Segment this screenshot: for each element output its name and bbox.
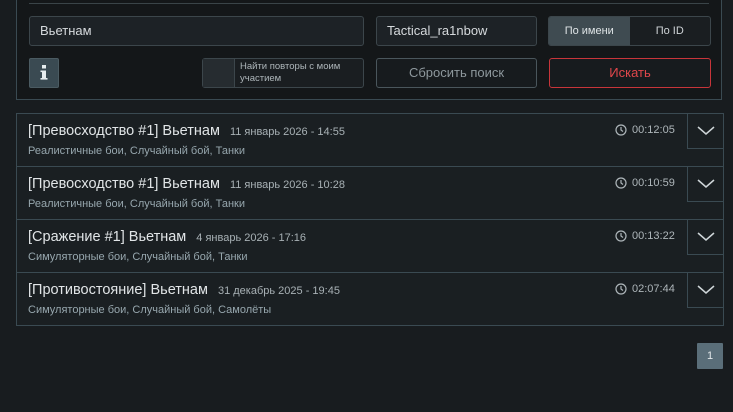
replay-title-line: [Превосходство #1] Вьетнам 11 январь 2026… xyxy=(28,123,345,139)
duration-text: 00:13:22 xyxy=(632,230,675,242)
chevron-down-icon xyxy=(697,285,715,294)
checkbox[interactable] xyxy=(203,59,235,87)
map-search-input[interactable]: Вьетнам xyxy=(29,16,364,46)
duration-text: 00:10:59 xyxy=(632,177,675,189)
pagination-page-button[interactable]: 1 xyxy=(697,343,723,369)
info-button[interactable] xyxy=(29,58,59,88)
replay-tags: Реалистичные бои, Случайный бой, Танки xyxy=(28,198,245,210)
replay-row[interactable]: [Сражение #1] Вьетнам 4 январь 2026 - 17:… xyxy=(16,219,724,273)
replay-date: 4 январь 2026 - 17:16 xyxy=(196,232,307,244)
replay-title: [Сражение #1] Вьетнам xyxy=(28,229,187,245)
search-button[interactable]: Искать xyxy=(549,58,711,88)
reset-search-button[interactable]: Сбросить поиск xyxy=(376,58,537,88)
replay-date: 31 декабрь 2025 - 19:45 xyxy=(217,285,340,297)
duration-text: 02:07:44 xyxy=(632,283,675,295)
replay-duration: 00:13:22 xyxy=(615,230,675,242)
replay-title-line: [Превосходство #1] Вьетнам 11 январь 2026… xyxy=(28,176,345,192)
chevron-down-icon xyxy=(697,126,715,135)
replay-title-line: [Сражение #1] Вьетнам 4 январь 2026 - 17:… xyxy=(28,229,306,245)
mode-by-name-button[interactable]: По имени xyxy=(549,17,630,45)
replay-date: 11 январь 2026 - 14:55 xyxy=(229,126,345,138)
chevron-down-icon xyxy=(697,179,715,188)
expand-button[interactable] xyxy=(687,219,723,255)
expand-button[interactable] xyxy=(687,272,723,308)
divider xyxy=(29,3,709,4)
my-replays-toggle[interactable]: Найти повторы с моим участием xyxy=(202,58,364,88)
duration-text: 00:12:05 xyxy=(632,124,675,136)
replay-title: [Превосходство #1] Вьетнам xyxy=(28,123,220,139)
replay-title: [Превосходство #1] Вьетнам xyxy=(28,176,220,192)
replay-title-line: [Противостояние] Вьетнам 31 декабрь 2025 … xyxy=(28,282,340,298)
my-replays-label: Найти повторы с моим участием xyxy=(240,61,341,84)
replay-row[interactable]: [Превосходство #1] Вьетнам 11 январь 2026… xyxy=(16,113,724,167)
expand-button[interactable] xyxy=(687,113,723,149)
replay-list: [Превосходство #1] Вьетнам 11 январь 2026… xyxy=(16,113,724,326)
replay-duration: 00:10:59 xyxy=(615,177,675,189)
expand-button[interactable] xyxy=(687,166,723,202)
replay-tags: Симуляторные бои, Случайный бой, Танки xyxy=(28,251,248,263)
clock-icon xyxy=(615,124,627,136)
replay-row[interactable]: [Превосходство #1] Вьетнам 11 январь 2026… xyxy=(16,166,724,220)
replay-row[interactable]: [Противостояние] Вьетнам 31 декабрь 2025 … xyxy=(16,272,724,326)
chevron-down-icon xyxy=(697,232,715,241)
replay-duration: 00:12:05 xyxy=(615,124,675,136)
clock-icon xyxy=(615,283,627,295)
clock-icon xyxy=(615,230,627,242)
replay-tags: Реалистичные бои, Случайный бой, Танки xyxy=(28,145,245,157)
clock-icon xyxy=(615,177,627,189)
search-mode-toggle: По имени По ID xyxy=(548,16,711,46)
mode-by-id-button[interactable]: По ID xyxy=(630,17,711,45)
info-icon xyxy=(40,65,48,80)
replay-date: 11 январь 2026 - 10:28 xyxy=(229,179,345,191)
replay-tags: Симуляторные бои, Случайный бой, Самолёт… xyxy=(28,304,272,316)
replay-duration: 02:07:44 xyxy=(615,283,675,295)
player-search-input[interactable]: Tactical_ra1nbow xyxy=(376,16,537,46)
replay-title: [Противостояние] Вьетнам xyxy=(28,282,208,298)
